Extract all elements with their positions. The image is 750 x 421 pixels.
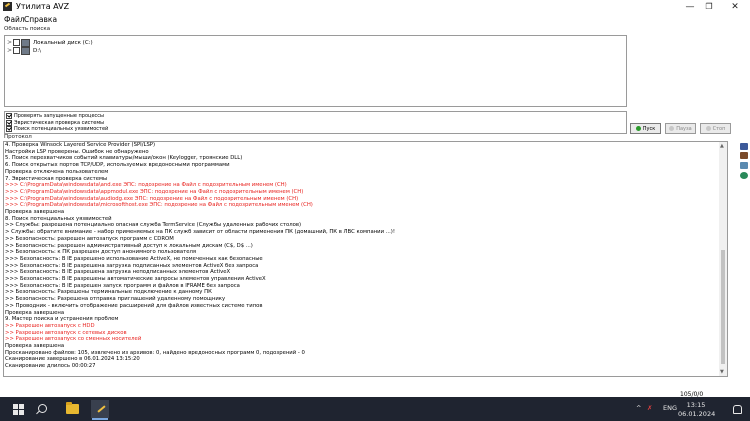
minimize-button[interactable]: — bbox=[680, 1, 700, 13]
option-check-processes[interactable]: Проверять запущенные процессы bbox=[6, 113, 104, 119]
log-line: >>> Безопасность: В IE разрешена загрузк… bbox=[5, 269, 231, 276]
search-icon[interactable] bbox=[38, 404, 47, 413]
log-line: Сканирование длилось 00:00:27 bbox=[5, 363, 96, 370]
save-log-icon[interactable] bbox=[740, 143, 748, 150]
quarantine-icon[interactable] bbox=[740, 152, 748, 159]
pause-icon bbox=[669, 126, 675, 131]
scroll-thumb[interactable] bbox=[721, 250, 725, 364]
protocol-log[interactable]: ▲ ▼ 4. Проверка Winsock Layered Service … bbox=[3, 141, 728, 377]
option-vulnerability-search[interactable]: Поиск потенциальных уязвимостей bbox=[6, 126, 108, 132]
close-button[interactable]: ✕ bbox=[725, 1, 745, 13]
clock-date: 06.01.2024 bbox=[678, 410, 716, 418]
log-line: >>> Безопасность: В IE разрешена загрузк… bbox=[5, 262, 259, 269]
clock[interactable]: 13:15 06.01.2024 bbox=[678, 401, 716, 419]
tree-item-drive-d[interactable]: > D:\ bbox=[7, 46, 41, 55]
avz-app-icon bbox=[3, 2, 12, 11]
protocol-label: Протокол bbox=[4, 134, 32, 140]
checkbox[interactable] bbox=[13, 47, 20, 54]
tree-item-label: D:\ bbox=[33, 47, 41, 54]
checkbox-checked[interactable] bbox=[6, 113, 12, 119]
menu-bar: Файл Справка bbox=[0, 14, 750, 25]
menu-file[interactable]: Файл bbox=[4, 15, 25, 24]
pause-button-label: Пауза bbox=[676, 125, 692, 132]
log-line: >>> C:\ProgramData\windowsdata\microsoft… bbox=[5, 202, 313, 209]
chevron-up-icon[interactable]: ^ bbox=[636, 404, 641, 412]
log-line: > Службы: обратите внимание - набор прим… bbox=[5, 229, 395, 236]
log-line: >>> C:\ProgramData\windowsdata\and.exe Э… bbox=[5, 182, 287, 189]
scan-options: Проверять запущенные процессы Эвристичес… bbox=[4, 111, 627, 134]
log-line: >>> C:\ProgramData\windowsdata\appmodul.… bbox=[5, 188, 304, 195]
log-line: >> Безопасность: разрешен административн… bbox=[5, 242, 253, 249]
checkbox[interactable] bbox=[13, 39, 20, 46]
title-bar: Утилита AVZ — ❐ ✕ bbox=[0, 0, 750, 14]
checkbox-checked[interactable] bbox=[6, 126, 12, 132]
avz-taskbar-icon[interactable] bbox=[91, 400, 109, 418]
shield-icon[interactable] bbox=[740, 172, 748, 179]
start-button[interactable]: Пуск bbox=[630, 123, 661, 134]
log-line: >> Безопасность: Разрешена отправка приг… bbox=[5, 296, 226, 303]
log-line: >> Разрешен автозапуск с HDD bbox=[5, 322, 95, 329]
infected-icon[interactable] bbox=[740, 162, 748, 169]
play-icon bbox=[635, 126, 641, 131]
option-label: Эвристическая проверка системы bbox=[14, 119, 105, 126]
network-icon[interactable]: ✗ bbox=[647, 404, 652, 412]
search-area-label: Область поиска bbox=[4, 26, 51, 32]
log-line: Сканирование завершено в 06.01.2024 13:1… bbox=[5, 356, 140, 363]
log-line: Проверка отключена пользователем bbox=[5, 168, 109, 175]
log-line: 5. Поиск перехватчиков событий клавиатур… bbox=[5, 155, 243, 162]
language-indicator[interactable]: ENG bbox=[663, 404, 677, 412]
scroll-down-icon[interactable]: ▼ bbox=[720, 369, 724, 375]
log-line: >> Безопасность: разрешен автозапуск про… bbox=[5, 235, 174, 242]
log-line: 8. Поиск потенциальных уязвимостей bbox=[5, 215, 112, 222]
log-line: >> Проводник - включить отображение расш… bbox=[5, 302, 263, 309]
search-area-tree[interactable]: > Локальный диск (C:) > D:\ bbox=[4, 35, 627, 107]
log-line: Проверка завершена bbox=[5, 209, 65, 215]
log-line: >>> Безопасность: В IE разрешены автомат… bbox=[5, 276, 266, 282]
drive-icon bbox=[21, 46, 30, 55]
window-title: Утилита AVZ bbox=[16, 2, 70, 11]
log-line: >>> Безопасность: В IE разрешен запуск п… bbox=[5, 282, 240, 289]
option-heuristic-check[interactable]: Эвристическая проверка системы bbox=[6, 119, 105, 126]
log-line: >> Разрешен автозапуск со сменных носите… bbox=[5, 336, 142, 343]
pause-button[interactable]: Пауза bbox=[665, 123, 696, 134]
stop-button[interactable]: Стоп bbox=[700, 123, 731, 134]
windows-start-icon[interactable] bbox=[13, 404, 24, 415]
log-line: >>> Безопасность: В IE разрешено использ… bbox=[5, 255, 263, 262]
log-scrollbar[interactable]: ▲ ▼ bbox=[719, 142, 727, 376]
log-line: >> Безопасность: к ПК разрешен доступ ан… bbox=[5, 249, 197, 256]
log-line: Проверка завершена bbox=[5, 309, 65, 316]
log-line: 4. Проверка Winsock Layered Service Prov… bbox=[5, 142, 156, 148]
tree-item-label: Локальный диск (C:) bbox=[33, 39, 93, 46]
log-line: Просканировано файлов: 105, извлечено из… bbox=[5, 349, 305, 356]
log-line: 6. Поиск открытых портов TCP/UDP, исполь… bbox=[5, 162, 230, 169]
start-button-label: Пуск bbox=[642, 125, 656, 132]
log-line: 9. Мастер поиска и устранения проблем bbox=[5, 316, 119, 323]
option-label: Поиск потенциальных уязвимостей bbox=[14, 126, 109, 132]
log-line: Проверка завершена bbox=[5, 343, 65, 349]
stop-icon bbox=[705, 126, 711, 131]
option-label: Проверять запущенные процессы bbox=[14, 113, 104, 119]
scroll-up-icon[interactable]: ▲ bbox=[720, 143, 724, 149]
menu-help[interactable]: Справка bbox=[24, 15, 57, 24]
restore-button[interactable]: ❐ bbox=[699, 1, 719, 13]
notification-bell-icon[interactable] bbox=[733, 405, 742, 414]
active-indicator bbox=[92, 418, 108, 420]
taskbar: ^ ✗ ENG 13:15 06.01.2024 bbox=[0, 397, 750, 421]
file-explorer-icon[interactable] bbox=[66, 402, 79, 414]
stop-button-label: Стоп bbox=[712, 125, 726, 132]
clock-time: 13:15 bbox=[686, 401, 706, 409]
